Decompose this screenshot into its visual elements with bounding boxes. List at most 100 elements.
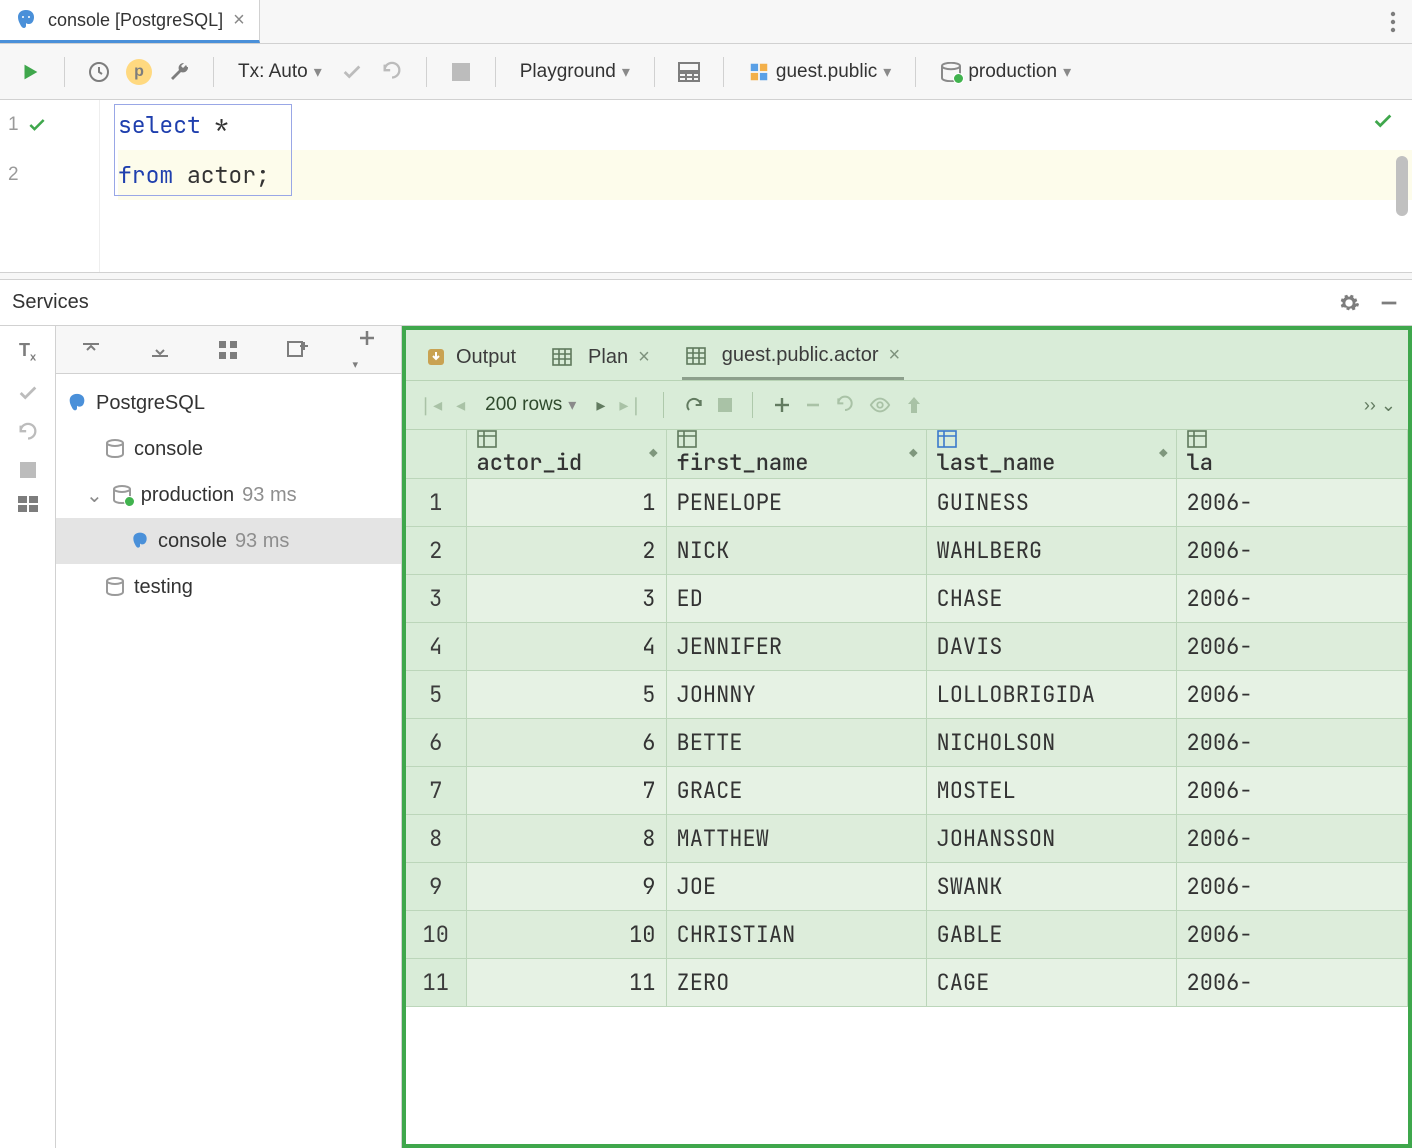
cell-first-name[interactable]: CHRISTIAN xyxy=(666,910,926,958)
cell-first-name[interactable]: ZERO xyxy=(666,958,926,1006)
table-row[interactable]: 1010CHRISTIANGABLE2006- xyxy=(406,910,1408,958)
table-row[interactable]: 99JOESWANK2006- xyxy=(406,862,1408,910)
cell-last-update[interactable]: 2006- xyxy=(1176,622,1408,670)
check-icon[interactable] xyxy=(17,382,39,404)
cell-actor-id[interactable]: 10 xyxy=(466,910,666,958)
cell-last-name[interactable]: MOSTEL xyxy=(926,766,1176,814)
editor-tab-console[interactable]: console [PostgreSQL] × xyxy=(0,0,260,43)
commit-icon[interactable] xyxy=(336,56,368,88)
result-tab-plan[interactable]: Plan × xyxy=(548,334,654,380)
cell-last-update[interactable]: 2006- xyxy=(1176,718,1408,766)
cell-actor-id[interactable]: 3 xyxy=(466,574,666,622)
stop-icon[interactable] xyxy=(20,462,36,478)
cell-first-name[interactable]: MATTHEW xyxy=(666,814,926,862)
cell-last-update[interactable]: 2006- xyxy=(1176,862,1408,910)
collapse-all-icon[interactable] xyxy=(150,340,170,360)
table-row[interactable]: 22NICKWAHLBERG2006- xyxy=(406,526,1408,574)
cell-last-update[interactable]: 2006- xyxy=(1176,574,1408,622)
tree-node-prod-console[interactable]: console 93 ms xyxy=(56,518,401,564)
rollback-icon[interactable] xyxy=(376,56,408,88)
add-row-icon[interactable] xyxy=(773,396,791,414)
close-icon[interactable]: × xyxy=(889,344,901,367)
cell-first-name[interactable]: BETTE xyxy=(666,718,926,766)
cell-actor-id[interactable]: 2 xyxy=(466,526,666,574)
column-header-last-update[interactable]: la xyxy=(1176,430,1408,478)
last-page-icon[interactable]: ▸❘ xyxy=(619,395,643,416)
column-header-first-name[interactable]: first_name◆ xyxy=(666,430,926,478)
datasource-dropdown[interactable]: production ▾ xyxy=(934,61,1077,83)
cell-last-name[interactable]: GUINESS xyxy=(926,478,1176,526)
rollback-icon[interactable] xyxy=(17,422,39,444)
cell-last-update[interactable]: 2006- xyxy=(1176,958,1408,1006)
results-grid[interactable]: actor_id◆ first_name◆ last_name◆ la 11P xyxy=(406,430,1408,1144)
cell-last-name[interactable]: DAVIS xyxy=(926,622,1176,670)
cell-last-name[interactable]: NICHOLSON xyxy=(926,718,1176,766)
cell-last-update[interactable]: 2006- xyxy=(1176,478,1408,526)
explain-plan-icon[interactable]: p xyxy=(123,56,155,88)
table-row[interactable]: 55JOHNNYLOLLOBRIGIDA2006- xyxy=(406,670,1408,718)
cell-actor-id[interactable]: 11 xyxy=(466,958,666,1006)
first-page-icon[interactable]: ❘◂ xyxy=(418,395,442,416)
prev-page-icon[interactable]: ◂ xyxy=(456,395,465,416)
tree-node-production[interactable]: ⌄ production 93 ms xyxy=(56,472,401,518)
column-header-actor-id[interactable]: actor_id◆ xyxy=(466,430,666,478)
open-new-tab-icon[interactable] xyxy=(286,340,308,360)
cell-last-name[interactable]: GABLE xyxy=(926,910,1176,958)
close-icon[interactable]: × xyxy=(233,9,245,32)
cell-last-name[interactable]: CHASE xyxy=(926,574,1176,622)
cell-first-name[interactable]: NICK xyxy=(666,526,926,574)
cell-actor-id[interactable]: 9 xyxy=(466,862,666,910)
in-editor-results-icon[interactable] xyxy=(673,56,705,88)
page-size-dropdown[interactable]: 200 rows ▾ xyxy=(479,394,582,416)
cell-last-update[interactable]: 2006- xyxy=(1176,766,1408,814)
grid-icon[interactable] xyxy=(219,341,237,359)
cell-last-update[interactable]: 2006- xyxy=(1176,814,1408,862)
editor-content[interactable]: select * from actor; xyxy=(100,100,1412,272)
minimize-icon[interactable] xyxy=(1378,292,1400,314)
table-row[interactable]: 33EDCHASE2006- xyxy=(406,574,1408,622)
more-icon[interactable]: ›› ⌄ xyxy=(1364,395,1396,416)
cell-last-update[interactable]: 2006- xyxy=(1176,526,1408,574)
submit-icon[interactable] xyxy=(905,395,923,415)
table-row[interactable]: 44JENNIFERDAVIS2006- xyxy=(406,622,1408,670)
cell-last-name[interactable]: LOLLOBRIGIDA xyxy=(926,670,1176,718)
stop-icon[interactable] xyxy=(445,56,477,88)
cell-last-update[interactable]: 2006- xyxy=(1176,670,1408,718)
cell-first-name[interactable]: GRACE xyxy=(666,766,926,814)
cell-actor-id[interactable]: 6 xyxy=(466,718,666,766)
column-header-last-name[interactable]: last_name◆ xyxy=(926,430,1176,478)
wrench-icon[interactable] xyxy=(163,56,195,88)
cell-first-name[interactable]: JOHNNY xyxy=(666,670,926,718)
run-icon[interactable] xyxy=(14,56,46,88)
tree-node-testing[interactable]: testing xyxy=(56,564,401,610)
expand-all-icon[interactable] xyxy=(81,340,101,360)
playground-dropdown[interactable]: Playground ▾ xyxy=(514,61,636,83)
history-icon[interactable] xyxy=(83,56,115,88)
tree-node-console[interactable]: console xyxy=(56,426,401,472)
table-row[interactable]: 11PENELOPEGUINESS2006- xyxy=(406,478,1408,526)
tree-node-postgresql[interactable]: PostgreSQL xyxy=(56,380,401,426)
editor-scrollbar[interactable] xyxy=(1396,156,1408,216)
cell-last-name[interactable]: SWANK xyxy=(926,862,1176,910)
next-page-icon[interactable]: ▸ xyxy=(596,395,605,416)
table-row[interactable]: 88MATTHEWJOHANSSON2006- xyxy=(406,814,1408,862)
result-tab-table[interactable]: guest.public.actor × xyxy=(682,334,904,380)
layout-icon[interactable] xyxy=(18,496,38,512)
row-number-header[interactable] xyxy=(406,430,466,478)
tx-mode-dropdown[interactable]: Tx: Auto ▾ xyxy=(232,61,328,83)
cell-actor-id[interactable]: 7 xyxy=(466,766,666,814)
table-row[interactable]: 1111ZEROCAGE2006- xyxy=(406,958,1408,1006)
cell-first-name[interactable]: JOE xyxy=(666,862,926,910)
cell-actor-id[interactable]: 1 xyxy=(466,478,666,526)
reload-icon[interactable] xyxy=(684,395,704,415)
kebab-menu-icon[interactable] xyxy=(1390,11,1396,33)
cell-last-name[interactable]: JOHANSSON xyxy=(926,814,1176,862)
cell-actor-id[interactable]: 5 xyxy=(466,670,666,718)
cell-last-name[interactable]: CAGE xyxy=(926,958,1176,1006)
cell-last-name[interactable]: WAHLBERG xyxy=(926,526,1176,574)
remove-row-icon[interactable] xyxy=(805,397,821,413)
cell-first-name[interactable]: PENELOPE xyxy=(666,478,926,526)
table-row[interactable]: 66BETTENICHOLSON2006- xyxy=(406,718,1408,766)
cell-actor-id[interactable]: 4 xyxy=(466,622,666,670)
cell-first-name[interactable]: ED xyxy=(666,574,926,622)
